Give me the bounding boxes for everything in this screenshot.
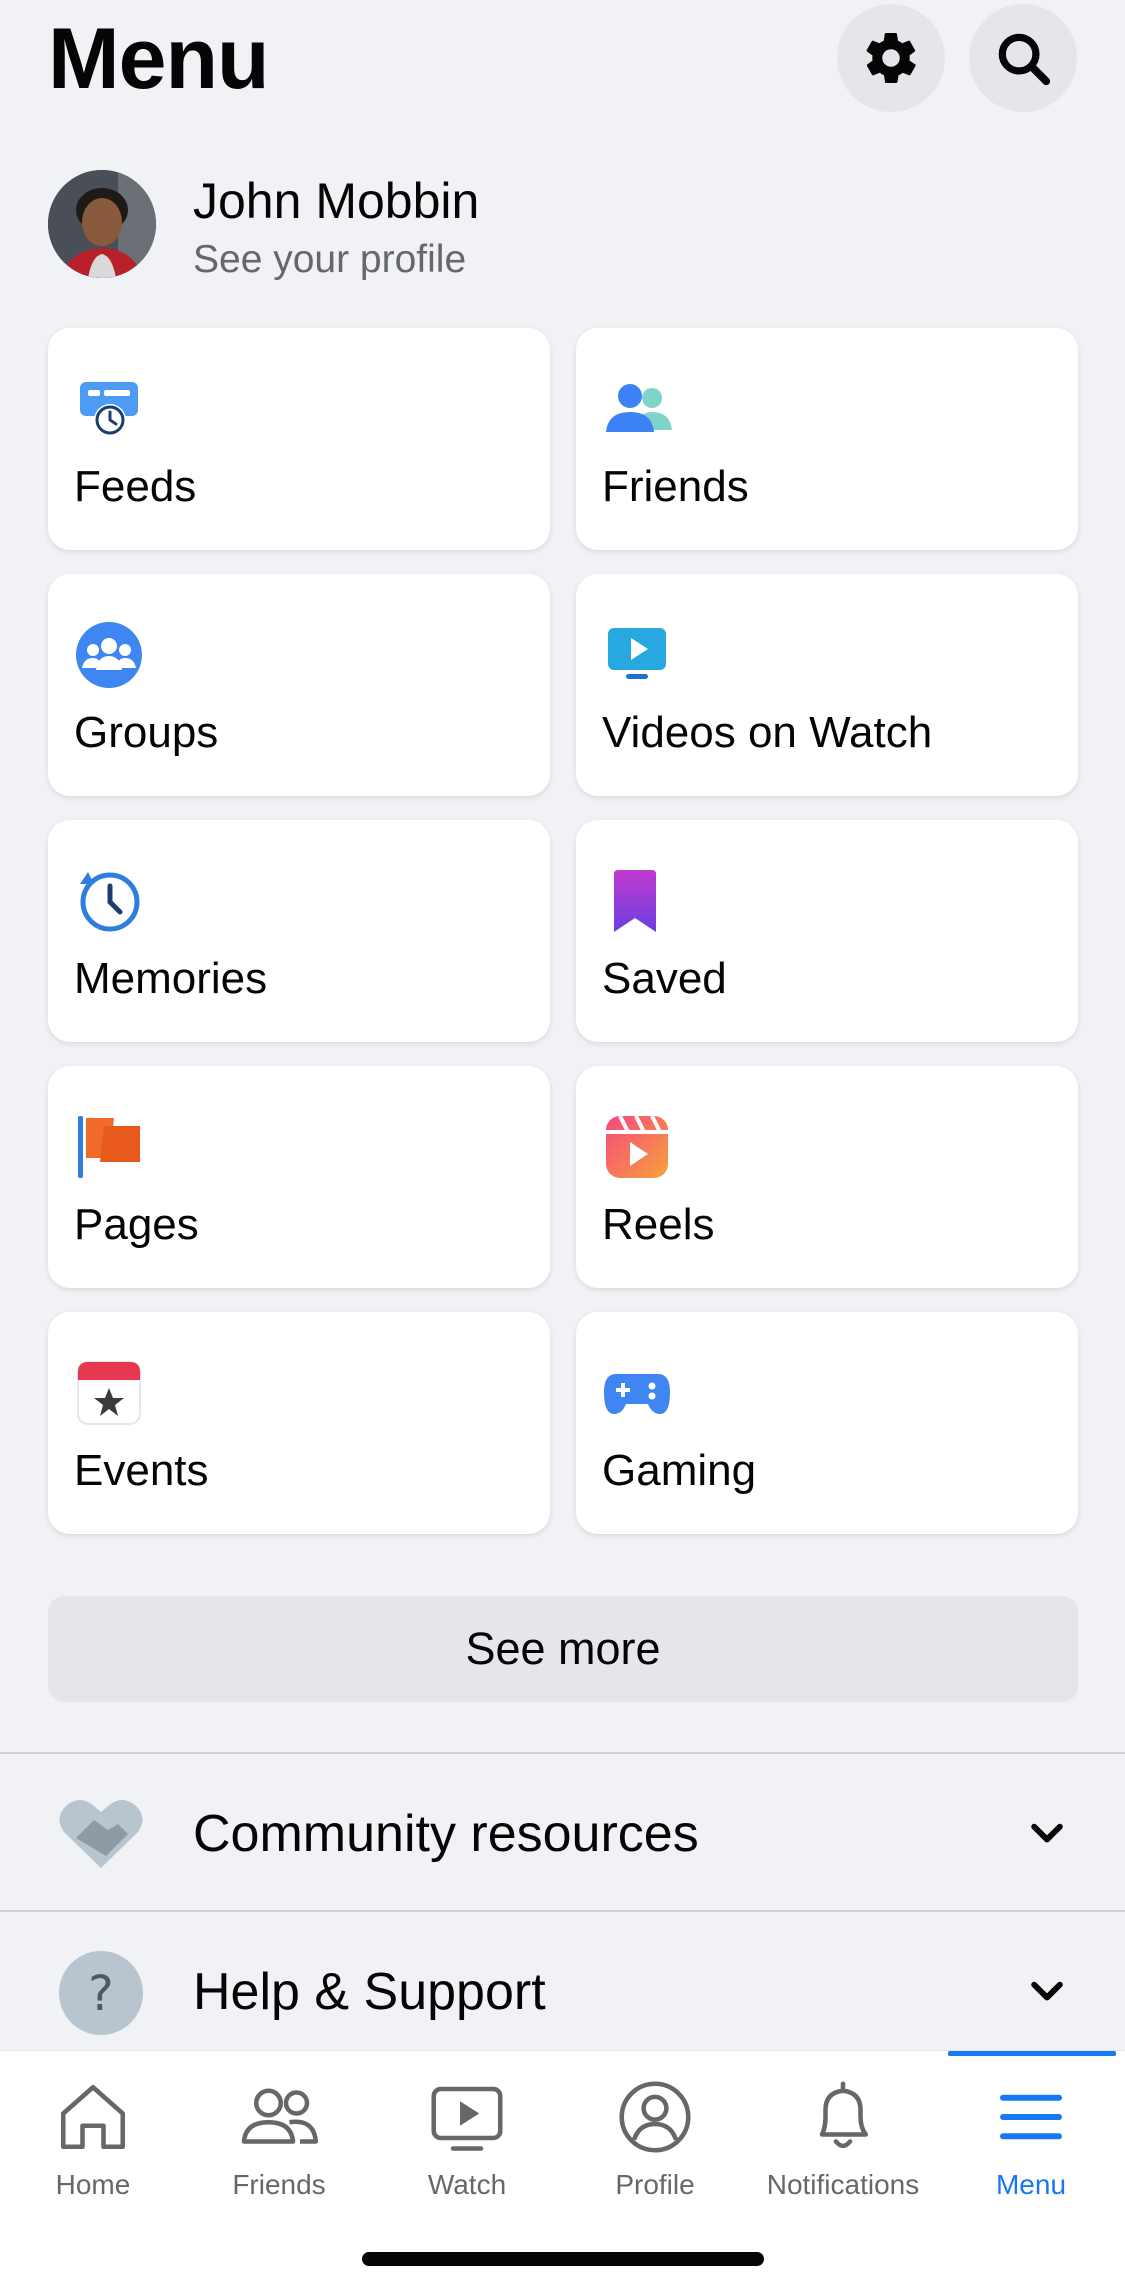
bookmark-icon [614,870,656,932]
avatar[interactable] [48,170,156,278]
tab-menu[interactable]: Menu [938,2075,1124,2225]
shortcut-saved[interactable]: Saved [576,820,1078,1042]
shortcut-groups[interactable]: Groups [48,574,550,796]
friends-icon [606,384,672,432]
calendar-star-icon [77,1361,141,1425]
settings-button[interactable] [837,4,945,112]
shortcut-label: Pages [74,1200,199,1249]
gamepad-icon [604,1374,670,1414]
chevron-down-icon[interactable] [1025,1970,1069,2014]
chevron-down-icon[interactable] [1025,1812,1069,1856]
home-indicator[interactable] [362,2252,764,2266]
tab-label: Friends [232,2169,326,2200]
shortcut-videos-on-watch[interactable]: Videos on Watch [576,574,1078,796]
shortcut-memories[interactable]: Memories [48,820,550,1042]
search-icon [998,33,1051,86]
reels-icon [606,1115,668,1178]
friends-outline-icon [241,2088,319,2144]
tab-home[interactable]: Home [0,2075,186,2225]
profile-name[interactable]: John Mobbin [193,172,479,230]
video-icon [608,628,666,679]
tab-label: Watch [427,2169,507,2200]
question-icon: ? [59,1951,143,2035]
section-label: Help & Support [193,1963,546,2021]
feeds-icon [80,382,138,436]
section-help-support[interactable]: ? Help & Support [0,1912,1125,2068]
shortcut-label: Events [74,1446,209,1495]
tab-label: Menu [995,2169,1067,2200]
shortcut-label: Gaming [602,1446,757,1495]
menu-icon [1000,2094,1062,2140]
page-title: Menu [48,11,270,107]
profile-subtitle: See your profile [193,238,467,281]
shortcut-label: Memories [74,954,268,1003]
shortcut-label: Videos on Watch [602,708,933,757]
shortcut-label: Feeds [74,462,197,511]
shortcut-events[interactable]: Events [48,1312,550,1534]
tab-watch[interactable]: Watch [374,2075,560,2225]
shortcut-gaming[interactable]: Gaming [576,1312,1078,1534]
header: Menu [0,0,1125,130]
handshake-icon [59,1800,143,1868]
shortcut-label: Friends [602,462,749,511]
tab-notifications[interactable]: Notifications [750,2075,936,2225]
profile-row[interactable]: John Mobbin See your profile [48,170,1078,282]
memories-clock-icon [80,872,140,932]
tab-profile[interactable]: Profile [562,2075,748,2225]
bell-icon [819,2081,869,2149]
active-tab-indicator [948,2051,1116,2056]
see-more-button[interactable]: See more [48,1596,1078,1702]
section-label: Community resources [193,1805,699,1863]
tab-friends[interactable]: Friends [186,2075,372,2225]
tab-bar: Home Friends Watch Profile Notifications… [0,2050,1125,2284]
shortcut-pages[interactable]: Pages [48,1066,550,1288]
home-icon [60,2084,126,2150]
flag-icon [78,1116,140,1178]
shortcut-friends[interactable]: Friends [576,328,1078,550]
shortcut-label: Saved [602,954,727,1003]
shortcut-label: Reels [602,1200,715,1249]
shortcut-feeds[interactable]: Feeds [48,328,550,550]
profile-icon [619,2081,691,2153]
shortcut-reels[interactable]: Reels [576,1066,1078,1288]
watch-icon [431,2086,503,2151]
search-button[interactable] [969,4,1077,112]
shortcut-label: Groups [74,708,219,757]
shortcuts-grid: Feeds Friends Groups Videos on Watch Mem… [48,328,1078,1534]
groups-icon [76,622,142,688]
tab-label: Home [55,2169,131,2200]
tab-label: Profile [615,2169,695,2200]
tab-label: Notifications [766,2169,920,2200]
section-community-resources[interactable]: Community resources [0,1754,1125,1910]
gear-icon [866,32,916,83]
svg-text:?: ? [88,1966,113,2022]
